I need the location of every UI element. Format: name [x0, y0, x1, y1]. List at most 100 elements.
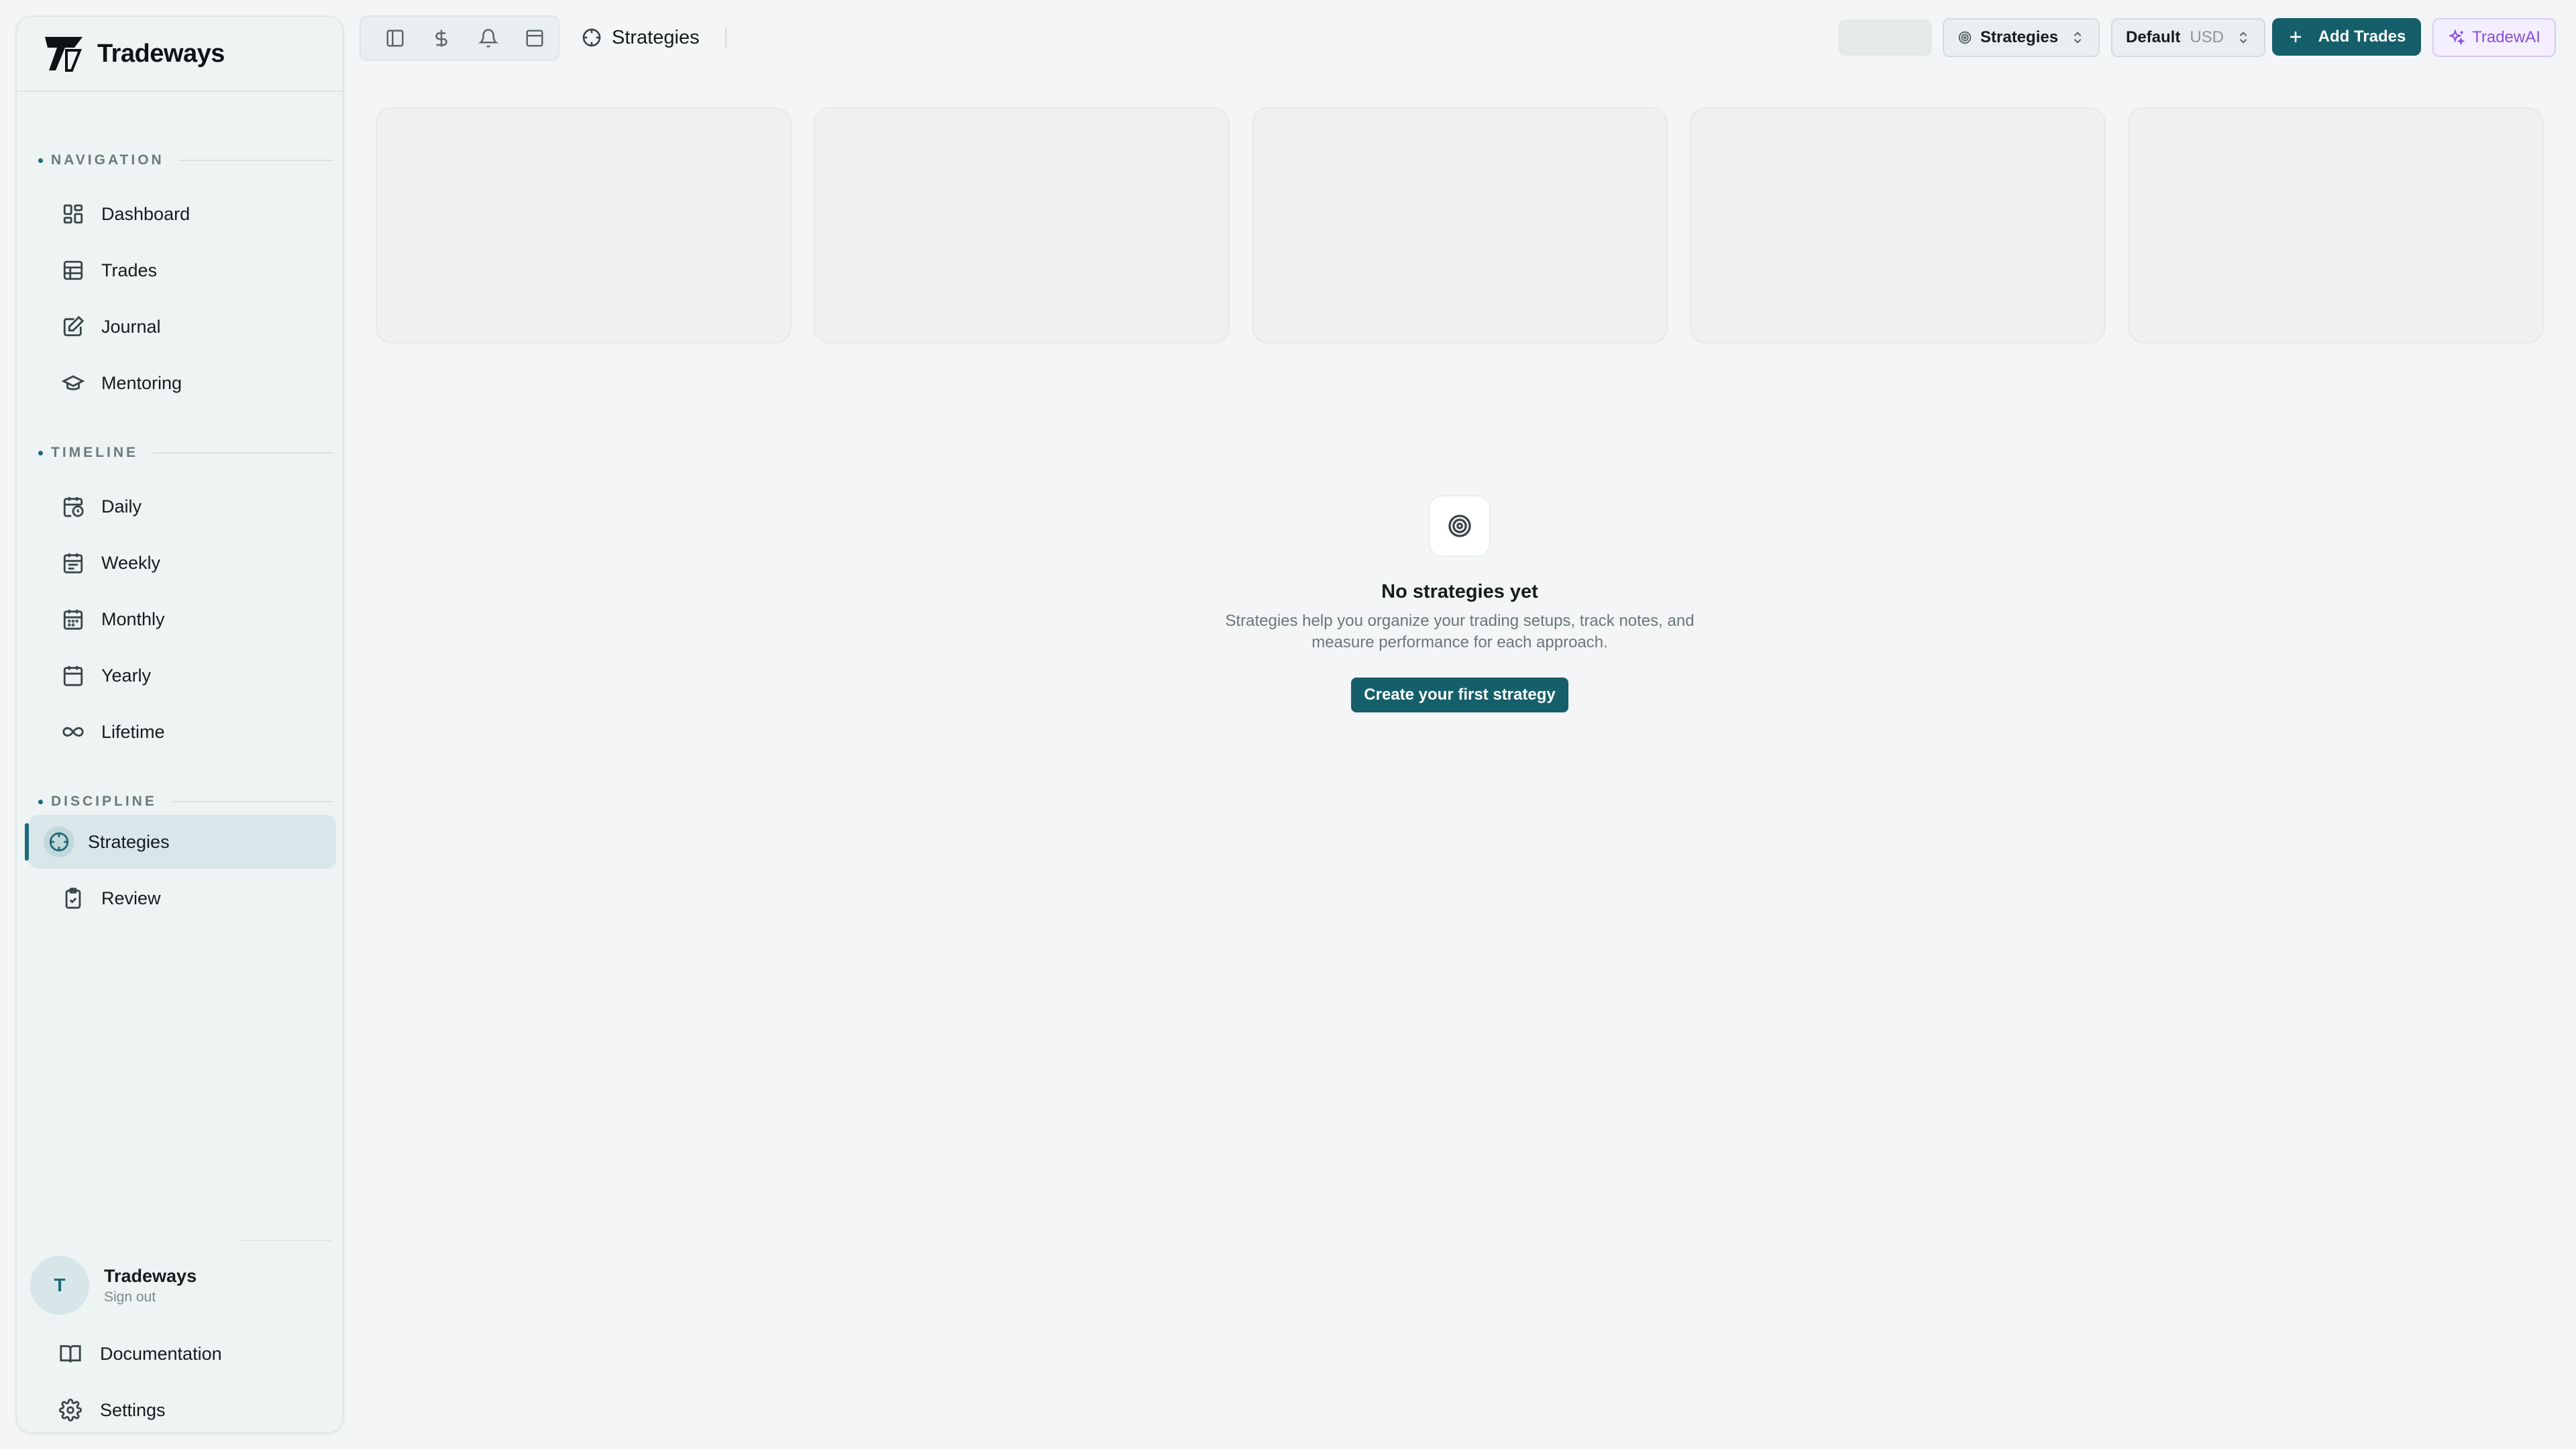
section-dot [38, 450, 43, 455]
sidebar-item-label: Lifetime [101, 721, 165, 742]
target-icon [1958, 31, 1972, 44]
journal-icon [58, 312, 88, 341]
avatar: T [30, 1256, 89, 1315]
currency-button[interactable] [419, 17, 466, 60]
crosshair-icon [44, 826, 74, 857]
table-icon [58, 256, 88, 285]
title-divider [725, 27, 727, 48]
settings-link[interactable]: Settings [44, 1387, 339, 1434]
create-strategy-button[interactable]: Create your first strategy [1351, 678, 1568, 712]
profile-divider [238, 1240, 332, 1241]
calendar-clock-icon [58, 492, 88, 521]
calendar-week-icon [58, 548, 88, 578]
crosshair-icon [582, 28, 601, 47]
profile-text: Tradeways Sign out [104, 1266, 197, 1305]
calendar-month-icon [58, 604, 88, 634]
account-select[interactable]: Default USD [2111, 18, 2266, 57]
notifications-button[interactable] [465, 17, 512, 60]
layout-button[interactable] [512, 17, 559, 60]
tradewai-button[interactable]: TradewAI [2432, 18, 2556, 57]
section-label: TIMELINE [51, 445, 138, 460]
calendar-icon [58, 661, 88, 690]
user-profile[interactable]: T Tradeways Sign out [30, 1254, 332, 1316]
sidebar-item-label: Mentoring [101, 372, 182, 393]
documentation-link[interactable]: Documentation [44, 1330, 339, 1377]
page-title: Strategies [581, 20, 700, 55]
sidebar-item-label: Monthly [101, 608, 165, 629]
sidebar-item-strategies[interactable]: Strategies [25, 815, 336, 869]
sidebar-item-dashboard[interactable]: Dashboard [44, 187, 350, 241]
loading-card [1252, 107, 1668, 343]
section-divider [153, 452, 333, 453]
section-dot [38, 799, 43, 804]
sidebar-item-mentoring[interactable]: Mentoring [44, 356, 350, 410]
sparkles-icon [2448, 29, 2465, 46]
infinity-icon [58, 717, 88, 747]
profile-name: Tradeways [104, 1265, 197, 1286]
section-label: NAVIGATION [51, 152, 164, 168]
loading-card [2128, 107, 2544, 343]
documentation-label: Documentation [100, 1343, 222, 1364]
page-title-text: Strategies [612, 26, 700, 48]
book-icon [56, 1339, 85, 1368]
sidebar-item-trades[interactable]: Trades [44, 244, 350, 297]
layout-icon [526, 30, 543, 47]
section-label: DISCIPLINE [51, 794, 157, 809]
brand-name: Tradeways [97, 39, 225, 68]
settings-label: Settings [100, 1399, 166, 1420]
sidebar-toggle-icon [386, 30, 404, 47]
sidebar-item-journal[interactable]: Journal [44, 300, 350, 354]
sidebar-item-label: Yearly [101, 665, 152, 686]
sidebar-toggle-button[interactable] [372, 17, 419, 60]
empty-state-description: Strategies help you organize your tradin… [1225, 612, 1695, 651]
tradeways-logo-icon [45, 37, 83, 72]
section-divider [178, 160, 333, 161]
sign-out-link[interactable]: Sign out [104, 1289, 197, 1305]
dollar-icon [435, 30, 447, 47]
sidebar-item-daily[interactable]: Daily [44, 480, 350, 533]
section-navigation: NAVIGATION [38, 152, 333, 168]
strategy-select[interactable]: Strategies [1943, 18, 2100, 57]
add-trades-label: Add Trades [2318, 28, 2406, 46]
sidebar-item-monthly[interactable]: Monthly [44, 592, 350, 646]
clipboard-check-icon [58, 883, 88, 913]
header-toolbar [360, 15, 559, 61]
sidebar-item-review[interactable]: Review [44, 871, 350, 925]
sidebar-item-weekly[interactable]: Weekly [44, 536, 350, 590]
add-trades-button[interactable]: Add Trades [2272, 18, 2421, 56]
loading-placeholder [1838, 19, 1932, 56]
section-timeline: TIMELINE [38, 445, 333, 461]
empty-state-title: No strategies yet [1381, 581, 1538, 602]
target-icon [1448, 515, 1471, 537]
account-currency: USD [2190, 28, 2224, 46]
strategy-select-label: Strategies [1980, 28, 2059, 46]
section-discipline: DISCIPLINE [38, 794, 333, 810]
sidebar-item-lifetime[interactable]: Lifetime [44, 705, 350, 759]
sidebar-item-label: Journal [101, 316, 161, 337]
loading-card [1690, 107, 2106, 343]
chevron-up-down-icon [2074, 32, 2082, 44]
plus-icon [2290, 32, 2301, 42]
sidebar-item-label: Review [101, 888, 161, 908]
sidebar-item-label: Strategies [88, 831, 170, 852]
sidebar-item-label: Trades [101, 260, 158, 280]
brand[interactable]: Tradeways [17, 17, 343, 92]
create-strategy-label: Create your first strategy [1364, 686, 1556, 704]
graduation-cap-icon [58, 368, 88, 398]
gear-icon [56, 1395, 85, 1425]
account-select-label: Default [2126, 28, 2181, 46]
empty-state-icon-box [1429, 495, 1491, 557]
loading-card [376, 107, 792, 343]
bell-icon [478, 29, 498, 48]
chevron-up-down-icon [2239, 32, 2247, 44]
section-dot [38, 158, 43, 163]
sidebar-item-label: Dashboard [101, 203, 191, 224]
sidebar: Tradeways NAVIGATION Dashboard Trades Jo… [15, 15, 344, 1434]
sidebar-item-label: Weekly [101, 552, 161, 573]
section-divider [171, 801, 333, 802]
dashboard-icon [58, 199, 88, 229]
sidebar-item-label: Daily [101, 496, 142, 517]
sidebar-item-yearly[interactable]: Yearly [44, 649, 350, 702]
app-root: Tradeways NAVIGATION Dashboard Trades Jo… [0, 0, 2576, 1449]
loading-card [814, 107, 1230, 343]
